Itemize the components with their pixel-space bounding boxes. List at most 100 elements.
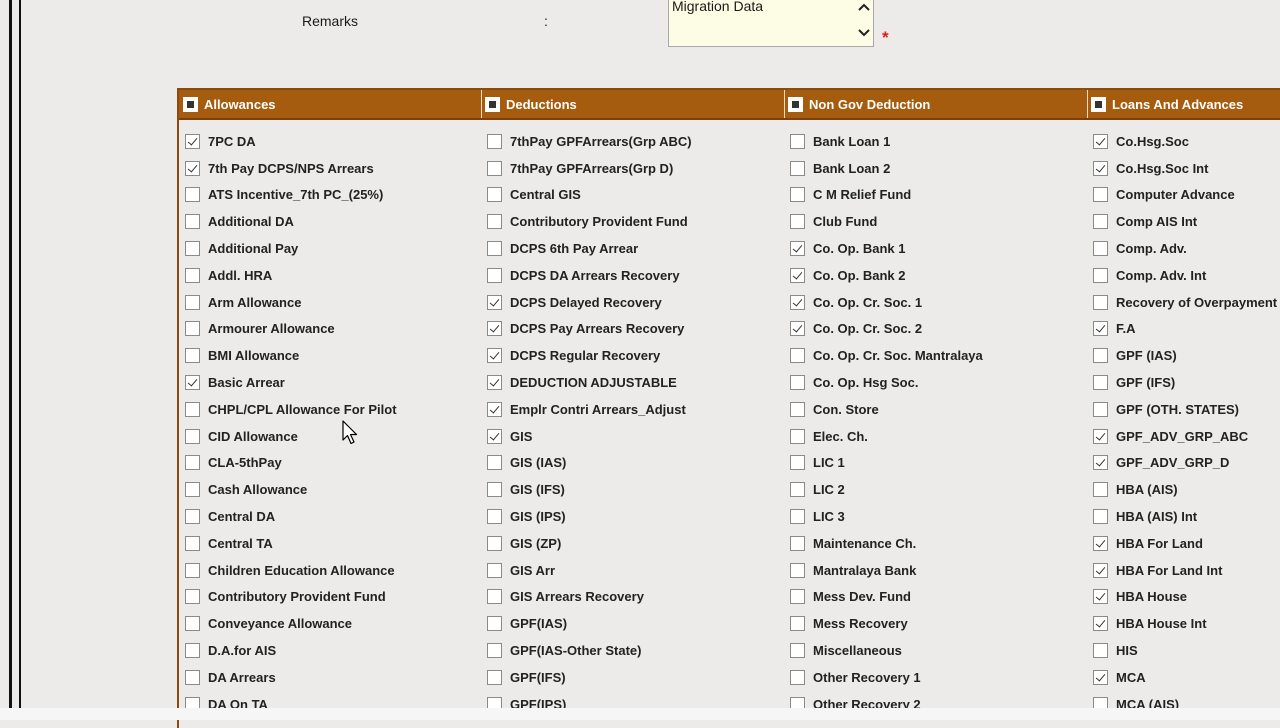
list-item[interactable]: ATS Incentive_7th PC_(25%) [185,182,397,209]
item-checkbox[interactable] [790,267,805,283]
item-checkbox[interactable] [185,535,200,551]
item-checkbox[interactable] [1093,187,1108,203]
item-checkbox[interactable] [487,482,502,498]
item-checkbox[interactable] [790,187,805,203]
item-checkbox[interactable] [185,294,200,310]
list-item[interactable]: 7PC DA [185,128,397,155]
list-item[interactable]: Co.Hsg.Soc Int [1093,155,1277,182]
item-checkbox[interactable] [487,133,502,149]
list-item[interactable]: Central TA [185,530,397,557]
item-checkbox[interactable] [185,509,200,525]
item-checkbox[interactable] [1093,428,1108,444]
chevron-down-icon[interactable] [857,26,871,40]
item-checkbox[interactable] [487,321,502,337]
list-item[interactable]: Arm Allowance [185,289,397,316]
select-all-deductions-checkbox[interactable] [485,96,500,112]
list-item[interactable]: Conveyance Allowance [185,610,397,637]
list-item[interactable]: Maintenance Ch. [790,530,983,557]
list-item[interactable]: GPF (IFS) [1093,369,1277,396]
list-item[interactable]: Co. Op. Cr. Soc. Mantralaya [790,342,983,369]
list-item[interactable]: Co. Op. Cr. Soc. 2 [790,316,983,343]
list-item[interactable]: Comp. Adv. Int [1093,262,1277,289]
list-item[interactable]: Co. Op. Bank 2 [790,262,983,289]
item-checkbox[interactable] [185,455,200,471]
select-all-allowances-checkbox[interactable] [183,96,198,112]
list-item[interactable]: Co. Op. Hsg Soc. [790,369,983,396]
item-checkbox[interactable] [185,160,200,176]
item-checkbox[interactable] [185,401,200,417]
item-checkbox[interactable] [790,375,805,391]
item-checkbox[interactable] [1093,509,1108,525]
item-checkbox[interactable] [1093,133,1108,149]
list-item[interactable]: LIC 2 [790,476,983,503]
item-checkbox[interactable] [1093,321,1108,337]
item-checkbox[interactable] [790,455,805,471]
item-checkbox[interactable] [487,241,502,257]
item-checkbox[interactable] [487,401,502,417]
item-checkbox[interactable] [1093,535,1108,551]
item-checkbox[interactable] [1093,348,1108,364]
list-item[interactable]: 7th Pay DCPS/NPS Arrears [185,155,397,182]
list-item[interactable]: GPF (OTH. STATES) [1093,396,1277,423]
item-checkbox[interactable] [790,616,805,632]
list-item[interactable]: C M Relief Fund [790,182,983,209]
item-checkbox[interactable] [487,643,502,659]
list-item[interactable]: GPF_ADV_GRP_ABC [1093,423,1277,450]
item-checkbox[interactable] [487,267,502,283]
item-checkbox[interactable] [185,589,200,605]
item-checkbox[interactable] [487,375,502,391]
list-item[interactable]: Central GIS [487,182,692,209]
list-item[interactable]: HBA For Land Int [1093,557,1277,584]
item-checkbox[interactable] [487,187,502,203]
item-checkbox[interactable] [185,241,200,257]
item-checkbox[interactable] [1093,589,1108,605]
remarks-textarea[interactable]: Migration Data [668,0,874,47]
list-item[interactable]: Club Fund [790,208,983,235]
list-item[interactable]: Basic Arrear [185,369,397,396]
item-checkbox[interactable] [185,375,200,391]
list-item[interactable]: HBA House [1093,584,1277,611]
list-item[interactable]: GPF(IFS) [487,664,692,691]
list-item[interactable]: DCPS Regular Recovery [487,342,692,369]
item-checkbox[interactable] [790,348,805,364]
item-checkbox[interactable] [1093,643,1108,659]
item-checkbox[interactable] [185,267,200,283]
item-checkbox[interactable] [1093,482,1108,498]
item-checkbox[interactable] [487,616,502,632]
list-item[interactable]: Comp AIS Int [1093,208,1277,235]
item-checkbox[interactable] [790,133,805,149]
select-all-non-gov-deduction-checkbox[interactable] [788,96,803,112]
item-checkbox[interactable] [1093,401,1108,417]
list-item[interactable]: Additional Pay [185,235,397,262]
list-item[interactable]: GPF(IAS-Other State) [487,637,692,664]
list-item[interactable]: Comp. Adv. [1093,235,1277,262]
list-item[interactable]: Addl. HRA [185,262,397,289]
list-item[interactable]: CLA-5thPay [185,450,397,477]
item-checkbox[interactable] [790,562,805,578]
list-item[interactable]: CID Allowance [185,423,397,450]
item-checkbox[interactable] [790,669,805,685]
list-item[interactable]: Elec. Ch. [790,423,983,450]
item-checkbox[interactable] [790,214,805,230]
item-checkbox[interactable] [790,428,805,444]
item-checkbox[interactable] [185,562,200,578]
item-checkbox[interactable] [487,160,502,176]
item-checkbox[interactable] [1093,160,1108,176]
list-item[interactable]: LIC 3 [790,503,983,530]
item-checkbox[interactable] [790,589,805,605]
list-item[interactable]: 7thPay GPFArrears(Grp ABC) [487,128,692,155]
list-item[interactable]: GIS (ZP) [487,530,692,557]
list-item[interactable]: Other Recovery 1 [790,664,983,691]
list-item[interactable]: D.A.for AIS [185,637,397,664]
list-item[interactable]: Contributory Provident Fund [185,584,397,611]
list-item[interactable]: 7thPay GPFArrears(Grp D) [487,155,692,182]
item-checkbox[interactable] [790,643,805,659]
item-checkbox[interactable] [487,669,502,685]
item-checkbox[interactable] [1093,375,1108,391]
item-checkbox[interactable] [790,241,805,257]
list-item[interactable]: DCPS Pay Arrears Recovery [487,316,692,343]
item-checkbox[interactable] [487,562,502,578]
list-item[interactable]: HBA (AIS) [1093,476,1277,503]
list-item[interactable]: GIS Arr [487,557,692,584]
item-checkbox[interactable] [790,509,805,525]
